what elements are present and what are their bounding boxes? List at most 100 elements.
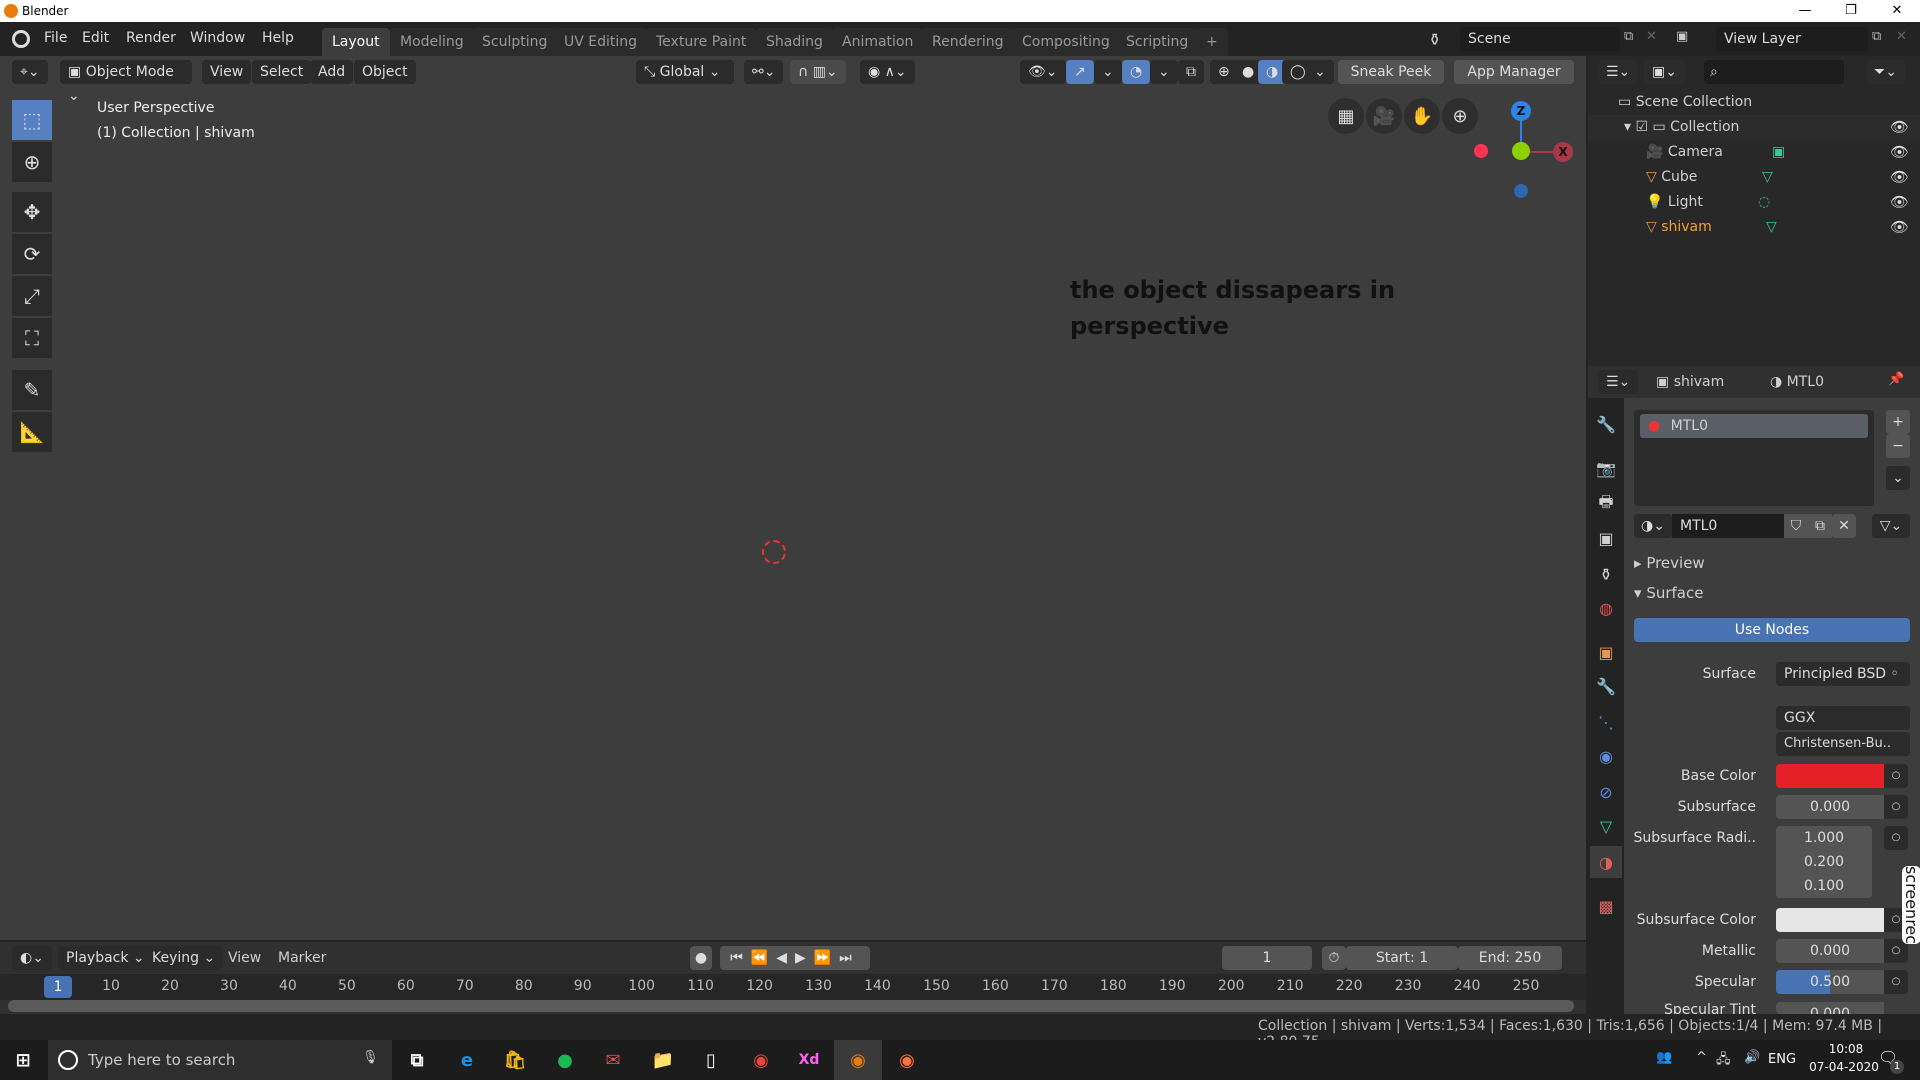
tool-tab-icon[interactable]: 🔧: [1590, 408, 1622, 440]
scene-tab-icon[interactable]: ⚱: [1590, 558, 1622, 590]
gizmo-toggle-icon[interactable]: ↗: [1066, 60, 1094, 84]
tab-rendering[interactable]: Rendering: [922, 28, 1014, 56]
rotate-tool[interactable]: ⟳: [12, 234, 52, 274]
subsurface-radius-y[interactable]: 0.200: [1776, 850, 1872, 874]
new-scene-icon[interactable]: ⧉: [1624, 29, 1633, 44]
pin-icon[interactable]: 📌: [1888, 372, 1904, 387]
record-button[interactable]: ●: [690, 946, 712, 970]
preview-panel-header[interactable]: ▸ Preview: [1634, 554, 1705, 572]
object-tab-icon[interactable]: ▣: [1590, 636, 1622, 668]
tab-compositing[interactable]: Compositing: [1012, 28, 1120, 56]
overlay-toggle-icon[interactable]: ◔: [1122, 60, 1151, 84]
menu-render[interactable]: Render: [126, 30, 176, 46]
tray-chevron-icon[interactable]: ^: [1696, 1050, 1707, 1065]
add-slot-button[interactable]: +: [1886, 410, 1910, 434]
subsurface-method-dropdown[interactable]: Christensen-Bu..: [1776, 732, 1910, 756]
add-menu[interactable]: Add: [310, 60, 354, 84]
outliner-collection[interactable]: ▾ ☑ ▭ Collection 👁: [1588, 115, 1920, 140]
use-nodes-button[interactable]: Use Nodes: [1634, 618, 1910, 642]
outliner-item-light[interactable]: 💡 Light ◌ 👁: [1588, 190, 1920, 215]
marker-menu[interactable]: Marker: [278, 950, 326, 966]
measure-tool[interactable]: 📐: [12, 412, 52, 452]
outliner-item-cube[interactable]: ▽ Cube ▽ 👁: [1588, 165, 1920, 190]
clock-date[interactable]: 07-04-2020: [1804, 1060, 1884, 1074]
editor-type-button[interactable]: ⌖⌄: [12, 60, 48, 84]
mesh-data-icon[interactable]: ▽: [1766, 215, 1777, 240]
adobe-xd-icon[interactable]: Xd: [794, 1046, 824, 1074]
notepad-icon[interactable]: ▯: [696, 1046, 726, 1074]
base-color-socket[interactable]: ○: [1884, 764, 1908, 788]
output-tab-icon[interactable]: 🖶: [1590, 488, 1622, 520]
zoom-view-icon[interactable]: ⊕: [1442, 98, 1478, 134]
eye-icon[interactable]: 👁: [1890, 165, 1909, 190]
toggle-camera-grid-icon[interactable]: ▦: [1328, 98, 1364, 134]
particles-tab-icon[interactable]: ⋱: [1590, 706, 1622, 738]
volume-icon[interactable]: 🔊: [1744, 1050, 1760, 1065]
spotify-icon[interactable]: ●: [550, 1046, 580, 1074]
tab-shading[interactable]: Shading: [756, 28, 833, 56]
slot-specials-button[interactable]: ⌄: [1886, 466, 1910, 490]
3d-cursor[interactable]: [762, 540, 786, 564]
subsurface-radius-socket[interactable]: ○: [1884, 826, 1908, 850]
tab-animation[interactable]: Animation: [832, 28, 924, 56]
current-frame-field[interactable]: 1: [1222, 946, 1312, 970]
view-layer-tab-icon[interactable]: ▣: [1590, 522, 1622, 554]
properties-editor-type[interactable]: ☰⌄: [1598, 370, 1639, 394]
outliner-search[interactable]: ⌕: [1704, 60, 1844, 84]
keying-menu[interactable]: Keying ⌄: [144, 946, 224, 970]
subsurface-socket[interactable]: ○: [1884, 795, 1908, 819]
file-explorer-icon[interactable]: 📁: [648, 1046, 678, 1074]
tab-scripting[interactable]: Scripting: [1116, 28, 1199, 56]
view-menu[interactable]: View: [202, 60, 252, 84]
delete-scene-icon[interactable]: ✕: [1646, 29, 1657, 44]
taskbar-search-placeholder[interactable]: Type here to search: [88, 1051, 235, 1069]
surface-shader-field[interactable]: Principled BSD ◦: [1776, 662, 1910, 686]
material-browse-button[interactable]: ◑⌄: [1634, 514, 1672, 538]
playback-menu[interactable]: Playback ⌄: [58, 946, 153, 970]
blender-menu-icon[interactable]: [12, 30, 30, 48]
distribution-dropdown[interactable]: GGX: [1776, 706, 1910, 730]
gizmo-z-axis[interactable]: Z: [1511, 101, 1531, 121]
tab-layout[interactable]: Layout: [322, 28, 390, 56]
eye-icon[interactable]: 👁: [1890, 215, 1909, 240]
playback-controls[interactable]: ⏮⏪◀▶⏩⏭: [720, 946, 870, 970]
material-slot-item[interactable]: ● MTL0: [1640, 414, 1868, 438]
menu-help[interactable]: Help: [262, 30, 294, 46]
outliner-display-mode[interactable]: ☰⌄: [1598, 60, 1639, 84]
mail-icon[interactable]: ✉: [598, 1046, 628, 1074]
people-icon[interactable]: 👥: [1656, 1050, 1672, 1065]
move-tool[interactable]: ✥: [12, 192, 52, 232]
blender-taskbar-icon[interactable]: ◉: [843, 1046, 873, 1074]
object-menu[interactable]: Object: [354, 60, 416, 84]
firefox-icon[interactable]: ◉: [892, 1046, 922, 1074]
subsurface-radius-x[interactable]: 1.000: [1776, 826, 1872, 850]
link-dropdown[interactable]: ▽⌄: [1872, 514, 1910, 538]
orientation-dropdown[interactable]: ⤡ Global ⌄: [636, 60, 734, 84]
tab-uv-editing[interactable]: UV Editing: [554, 28, 648, 56]
proportional-edit-icon[interactable]: ◉ ∧⌄: [860, 60, 915, 84]
outliner-filter-layer[interactable]: ▣⌄: [1644, 60, 1685, 84]
end-frame-field[interactable]: End: 250: [1458, 946, 1562, 970]
pan-view-icon[interactable]: ✋: [1404, 98, 1440, 134]
language-indicator[interactable]: ENG: [1768, 1052, 1796, 1067]
edge-icon[interactable]: e: [452, 1046, 482, 1074]
surface-panel-header[interactable]: ▾ Surface: [1634, 584, 1703, 602]
menu-window[interactable]: Window: [190, 30, 245, 46]
scene-icon[interactable]: ⚱: [1428, 30, 1441, 49]
outliner-filter-icon[interactable]: ⏷⌄: [1866, 60, 1905, 84]
remove-slot-button[interactable]: −: [1886, 434, 1910, 458]
base-color-swatch[interactable]: [1776, 764, 1884, 788]
eye-icon[interactable]: 👁: [1890, 115, 1909, 140]
material-name-field[interactable]: MTL0: [1672, 514, 1784, 538]
metallic-field[interactable]: 0.000: [1776, 939, 1884, 963]
tab-sculpting[interactable]: Sculpting: [472, 28, 558, 56]
view-layer-field[interactable]: View Layer: [1716, 27, 1868, 51]
gizmo-neg-z[interactable]: [1514, 184, 1528, 198]
unlink-material-button[interactable]: ✕: [1832, 514, 1856, 538]
network-icon[interactable]: 🖧: [1716, 1050, 1731, 1072]
camera-data-icon[interactable]: ▣: [1772, 140, 1785, 165]
camera-view-icon[interactable]: 🎥: [1366, 98, 1402, 134]
fake-user-button[interactable]: ⛉: [1784, 514, 1808, 538]
timeline-scrollbar[interactable]: [8, 1000, 1574, 1012]
menu-edit[interactable]: Edit: [82, 30, 109, 46]
